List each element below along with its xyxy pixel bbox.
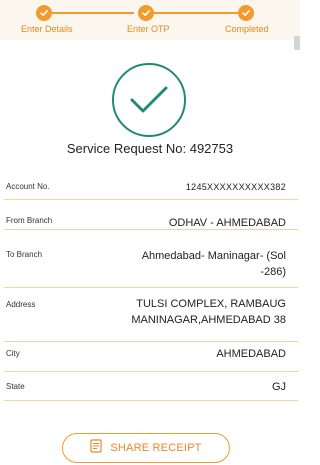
detail-value: AHMEDABAD: [216, 348, 286, 360]
step-done-check-icon: [238, 5, 254, 21]
step-label-completed: Completed: [225, 24, 269, 34]
share-receipt-label: SHARE RECEIPT: [110, 442, 202, 454]
detail-label: From Branch: [6, 216, 53, 225]
detail-value: GJ: [271, 381, 286, 393]
detail-value: TULSI COMPLEX, RAMBAUG MANINAGAR,AHMEDAB…: [131, 296, 286, 328]
detail-label: State: [6, 382, 25, 391]
step-done-check-icon: [138, 5, 154, 21]
detail-row-city: City AHMEDABAD: [4, 341, 298, 372]
stepper-connector: [52, 12, 134, 14]
detail-value-line: -286): [260, 266, 286, 278]
detail-row-address: Address TULSI COMPLEX, RAMBAUG MANINAGAR…: [4, 287, 298, 342]
service-request-number: Service Request No: 492753: [66, 141, 234, 156]
detail-value-line: MANINAGAR,AHMEDABAD 38: [131, 314, 286, 326]
detail-value: Ahmedabad- Maninagar- (Sol -286): [142, 248, 286, 280]
detail-label: Account No.: [6, 182, 50, 191]
detail-value: 1245XXXXXXXXXX382: [185, 182, 286, 192]
detail-row-state: State GJ: [4, 371, 298, 401]
detail-value-line: Ahmedabad- Maninagar- (Sol: [141, 250, 286, 262]
share-receipt-button[interactable]: SHARE RECEIPT: [62, 433, 230, 463]
edge-handle: [294, 36, 300, 50]
step-label-enter-otp: Enter OTP: [127, 24, 170, 34]
detail-label: To Branch: [6, 250, 43, 259]
detail-value-line: TULSI COMPLEX, RAMBAUG: [136, 298, 286, 310]
receipt-icon: [90, 438, 102, 458]
progress-stepper: Enter Details Enter OTP Completed: [0, 0, 300, 40]
stepper-connector: [154, 12, 238, 14]
detail-label: City: [6, 349, 20, 358]
step-label-enter-details: Enter Details: [21, 24, 73, 34]
detail-label: Address: [6, 300, 36, 309]
detail-row-to-branch: To Branch Ahmedabad- Maninagar- (Sol -28…: [4, 229, 298, 288]
detail-row-from-branch: From Branch ODHAV - AHMEDABAD: [4, 199, 298, 230]
success-checkmark-icon: [112, 63, 186, 137]
step-done-check-icon: [36, 5, 52, 21]
detail-row-account: Account No. 1245XXXXXXXXXX382: [4, 166, 298, 200]
